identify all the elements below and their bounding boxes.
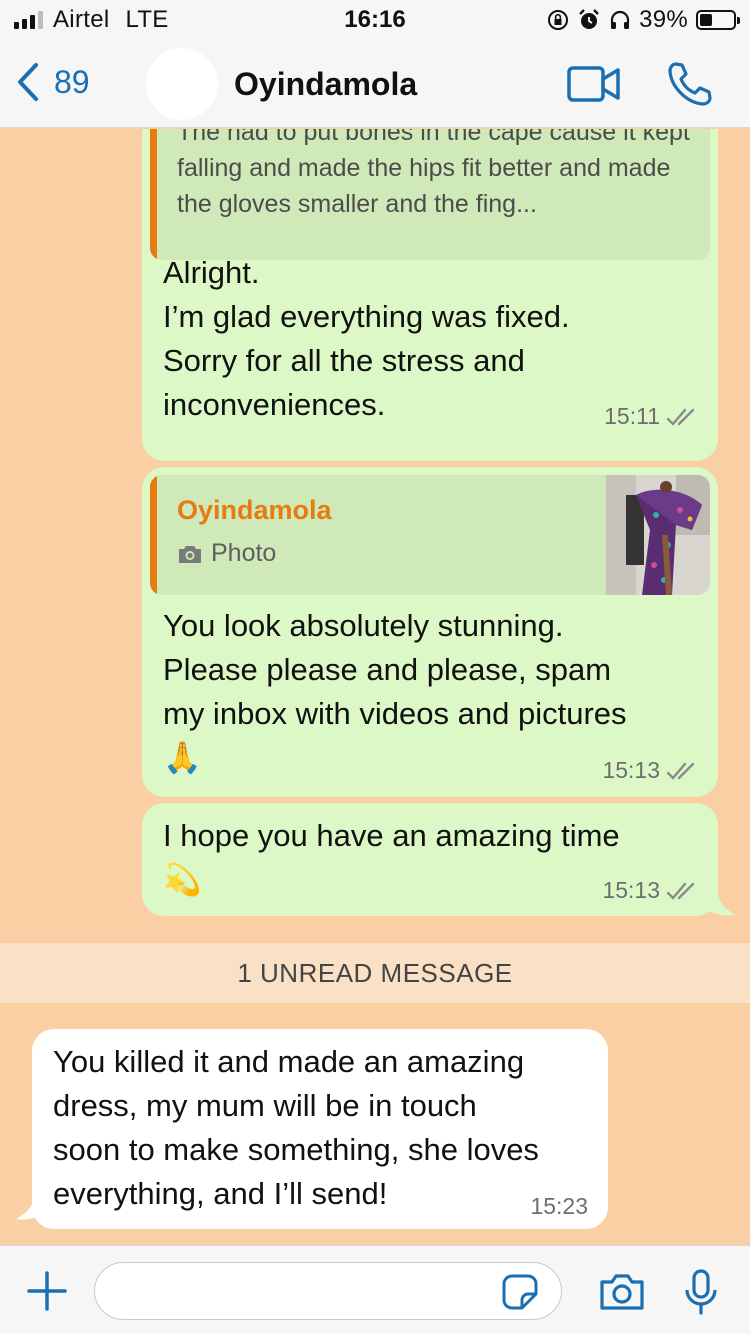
read-receipt-icon bbox=[666, 408, 695, 426]
voice-message-button[interactable] bbox=[684, 1268, 718, 1321]
message-text: Alright. I’m glad everything was fixed. … bbox=[163, 251, 570, 427]
message-line: You killed it and made an amazing bbox=[53, 1044, 525, 1079]
message-text: I hope you have an amazing time 💫 bbox=[163, 814, 620, 902]
camera-button[interactable] bbox=[598, 1272, 646, 1317]
message-line: my inbox with videos and pictures bbox=[163, 696, 627, 731]
message-text: You look absolutely stunning. Please ple… bbox=[163, 604, 627, 780]
camera-small-icon bbox=[179, 545, 201, 563]
battery-icon bbox=[696, 10, 740, 30]
status-right: 39% bbox=[547, 6, 740, 34]
unread-divider: 1 UNREAD MESSAGE bbox=[0, 943, 750, 1003]
read-receipt-icon bbox=[666, 762, 695, 780]
message-line: inconveniences. bbox=[163, 387, 386, 422]
chat-header: 89 Oyindamola bbox=[0, 40, 750, 128]
message-line: I hope you have an amazing time bbox=[163, 818, 620, 853]
message-time: 15:23 bbox=[530, 1193, 588, 1219]
message-time: 15:13 bbox=[602, 757, 660, 783]
quoted-text: The had to put bones in the cape cause i… bbox=[177, 129, 690, 218]
outgoing-message[interactable]: Oyindamola Photo You look absolutely stu… bbox=[142, 467, 718, 797]
message-time: 15:11 bbox=[604, 403, 660, 429]
message-time: 15:13 bbox=[602, 877, 660, 903]
message-emoji: 💫 bbox=[163, 862, 202, 897]
attach-button[interactable] bbox=[26, 1270, 68, 1317]
plus-icon bbox=[27, 1271, 67, 1311]
quote-accent-bar bbox=[150, 129, 157, 260]
video-camera-icon bbox=[567, 66, 620, 102]
message-line: Alright. bbox=[163, 255, 260, 290]
photo-thumbnail[interactable] bbox=[606, 475, 710, 595]
back-button[interactable]: 89 bbox=[14, 62, 90, 102]
message-line: dress, my mum will be in touch bbox=[53, 1088, 477, 1123]
sticker-button[interactable] bbox=[500, 1272, 540, 1317]
battery-level bbox=[700, 14, 713, 26]
avatar[interactable] bbox=[146, 48, 218, 120]
message-list[interactable]: The had to put bones in the cape cause i… bbox=[0, 129, 750, 1245]
outgoing-message[interactable]: The had to put bones in the cape cause i… bbox=[142, 129, 718, 461]
video-call-button[interactable] bbox=[566, 64, 622, 109]
orientation-lock-icon bbox=[548, 10, 569, 30]
unread-chats-count: 89 bbox=[54, 63, 90, 100]
message-line: everything, and I’ll send! bbox=[53, 1176, 388, 1211]
microphone-icon bbox=[685, 1269, 717, 1315]
sticker-icon bbox=[502, 1274, 538, 1310]
read-receipt-icon bbox=[666, 882, 695, 900]
message-meta: 15:11 bbox=[604, 403, 698, 430]
quoted-photo-label: Photo bbox=[177, 539, 276, 568]
unread-label: 1 UNREAD MESSAGE bbox=[237, 957, 513, 988]
quoted-photo-message[interactable]: Oyindamola Photo bbox=[150, 475, 710, 595]
voice-call-button[interactable] bbox=[666, 60, 714, 113]
incoming-message[interactable]: You killed it and made an amazing dress,… bbox=[32, 1029, 608, 1229]
message-input[interactable] bbox=[94, 1262, 562, 1320]
message-line: Sorry for all the stress and bbox=[163, 343, 525, 378]
chevron-left-icon bbox=[18, 63, 38, 101]
alarm-icon bbox=[579, 9, 599, 29]
quote-accent-bar bbox=[150, 475, 157, 595]
message-meta: 15:23 bbox=[530, 1193, 588, 1220]
message-meta: 15:13 bbox=[602, 877, 698, 904]
message-line: Please please and please, spam bbox=[163, 652, 612, 687]
camera-icon bbox=[600, 1274, 644, 1310]
message-line: I’m glad everything was fixed. bbox=[163, 299, 570, 334]
status-bar: Airtel LTE 16:16 39% bbox=[0, 0, 750, 40]
quoted-sender-name: Oyindamola bbox=[177, 495, 332, 525]
composer-bar bbox=[0, 1245, 750, 1334]
headphones-icon bbox=[610, 10, 630, 29]
bubble-tail-outgoing bbox=[700, 881, 736, 916]
message-line: You look absolutely stunning. bbox=[163, 608, 564, 643]
message-meta: 15:13 bbox=[602, 757, 698, 784]
message-text: You killed it and made an amazing dress,… bbox=[53, 1040, 539, 1216]
message-line: soon to make something, she loves bbox=[53, 1132, 539, 1167]
battery-percent: 39% bbox=[639, 6, 688, 33]
outgoing-message[interactable]: I hope you have an amazing time 💫 15:13 bbox=[142, 803, 718, 916]
contact-name[interactable]: Oyindamola bbox=[234, 66, 417, 103]
quoted-photo-text: Photo bbox=[211, 539, 277, 567]
dress-photo-image bbox=[606, 475, 710, 595]
quoted-message[interactable]: The had to put bones in the cape cause i… bbox=[150, 129, 710, 260]
phone-icon bbox=[668, 62, 712, 106]
message-emoji: 🙏 bbox=[163, 740, 202, 775]
